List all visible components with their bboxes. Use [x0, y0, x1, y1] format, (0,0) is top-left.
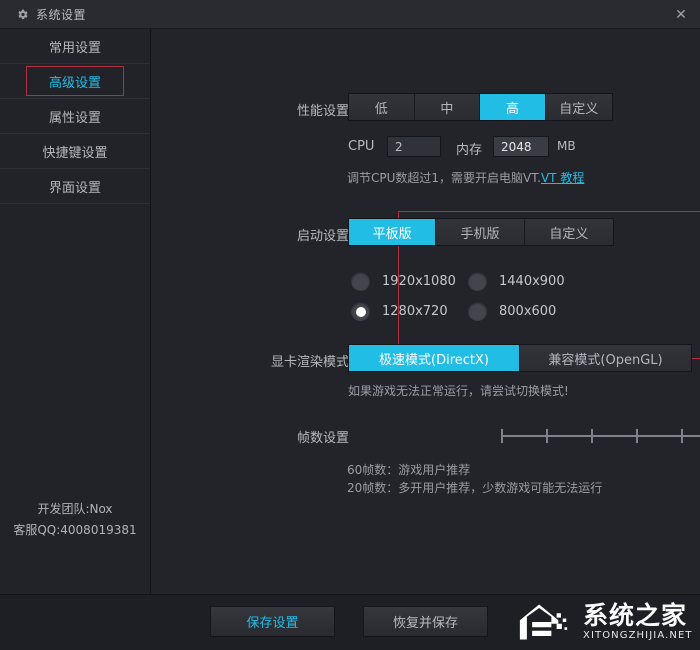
radio-icon	[351, 302, 370, 321]
sidebar-item-label: 快捷键设置	[42, 142, 107, 161]
radio-label: 800x600	[499, 304, 556, 319]
radio-icon	[468, 302, 487, 321]
radio-icon	[351, 272, 370, 291]
sidebar-item-advanced[interactable]: 高级设置	[0, 64, 150, 99]
memory-input[interactable]	[493, 136, 549, 157]
performance-label: 性能设置	[255, 100, 349, 119]
close-icon[interactable]: ✕	[670, 4, 692, 25]
slider-tick	[591, 429, 593, 443]
footer-bar: 保存设置 恢复并保存	[0, 594, 700, 650]
sidebar-item-properties[interactable]: 属性设置	[0, 99, 150, 134]
startup-segmented-control: 平板版 手机版 自定义	[348, 218, 614, 246]
dev-team-text: 开发团队:Nox	[0, 499, 150, 520]
window-title: 系统设置	[36, 6, 86, 23]
fps-label: 帧数设置	[255, 427, 349, 446]
resolution-option-1920x1080[interactable]: 1920x1080	[351, 272, 456, 291]
resolution-option-1280x720[interactable]: 1280x720	[351, 302, 448, 321]
performance-option-custom[interactable]: 自定义	[546, 94, 612, 120]
resolution-option-800x600[interactable]: 800x600	[468, 302, 556, 321]
sidebar-item-label: 界面设置	[49, 177, 101, 196]
resolution-option-1440x900[interactable]: 1440x900	[468, 272, 565, 291]
gear-icon	[16, 8, 29, 21]
fps-hint-line-1: 60帧数：游戏用户推荐	[347, 461, 470, 478]
render-option-directx[interactable]: 极速模式(DirectX)	[349, 345, 520, 371]
memory-unit-label: MB	[557, 139, 576, 153]
slider-tick	[636, 429, 638, 443]
vt-tutorial-link[interactable]: VT 教程	[541, 171, 584, 185]
support-qq-text: 客服QQ:4008019381	[0, 520, 150, 541]
fps-slider[interactable]	[501, 427, 700, 445]
render-mode-hint: 如果游戏无法正常运行，请尝试切换模式!	[348, 382, 569, 399]
startup-label: 启动设置	[255, 225, 349, 244]
performance-option-low[interactable]: 低	[349, 94, 415, 120]
sidebar-item-label: 属性设置	[49, 107, 101, 126]
restore-and-save-button[interactable]: 恢复并保存	[363, 606, 488, 637]
render-option-opengl[interactable]: 兼容模式(OpenGL)	[520, 345, 691, 371]
settings-window: 系统设置 ✕ 常用设置 高级设置 属性设置 快捷键设置 界面设置 开发团队:No…	[0, 0, 700, 650]
radio-label: 1280x720	[382, 304, 448, 319]
slider-track	[501, 435, 700, 437]
sidebar-item-label: 常用设置	[49, 37, 101, 56]
startup-option-custom[interactable]: 自定义	[525, 219, 613, 245]
radio-label: 1920x1080	[382, 274, 456, 289]
cpu-input[interactable]	[387, 136, 441, 157]
performance-segmented-control: 低 中 高 自定义	[348, 93, 613, 121]
render-mode-segmented-control: 极速模式(DirectX) 兼容模式(OpenGL)	[348, 344, 692, 372]
sidebar-item-common[interactable]: 常用设置	[0, 29, 150, 64]
sidebar-item-interface[interactable]: 界面设置	[0, 169, 150, 204]
vt-hint: 调节CPU数超过1，需要开启电脑VT.VT 教程	[347, 169, 584, 186]
slider-tick	[546, 429, 548, 443]
fps-hint-line-2: 20帧数：多开用户推荐，少数游戏可能无法运行	[347, 479, 602, 496]
vt-hint-text: 调节CPU数超过1，需要开启电脑VT.	[347, 171, 541, 185]
title-bar-left: 系统设置	[16, 0, 86, 28]
sidebar-item-label: 高级设置	[49, 72, 101, 91]
startup-option-phone[interactable]: 手机版	[436, 219, 524, 245]
render-mode-label: 显卡渲染模式	[255, 351, 349, 370]
startup-option-tablet[interactable]: 平板版	[349, 219, 436, 245]
settings-content: 性能设置 低 中 高 自定义 CPU 内存 MB 调节CPU数超过1，需要开启电…	[151, 29, 700, 594]
slider-tick	[681, 429, 683, 443]
save-button[interactable]: 保存设置	[210, 606, 335, 637]
title-bar: 系统设置 ✕	[0, 0, 700, 29]
radio-icon	[468, 272, 487, 291]
sidebar-footer: 开发团队:Nox 客服QQ:4008019381	[0, 499, 150, 541]
radio-label: 1440x900	[499, 274, 565, 289]
performance-option-medium[interactable]: 中	[415, 94, 481, 120]
slider-tick	[501, 429, 503, 443]
cpu-label: CPU	[348, 139, 374, 154]
performance-option-high[interactable]: 高	[480, 94, 546, 120]
sidebar: 常用设置 高级设置 属性设置 快捷键设置 界面设置 开发团队:Nox 客服QQ:…	[0, 29, 151, 594]
memory-label: 内存	[456, 139, 482, 158]
sidebar-item-shortcuts[interactable]: 快捷键设置	[0, 134, 150, 169]
